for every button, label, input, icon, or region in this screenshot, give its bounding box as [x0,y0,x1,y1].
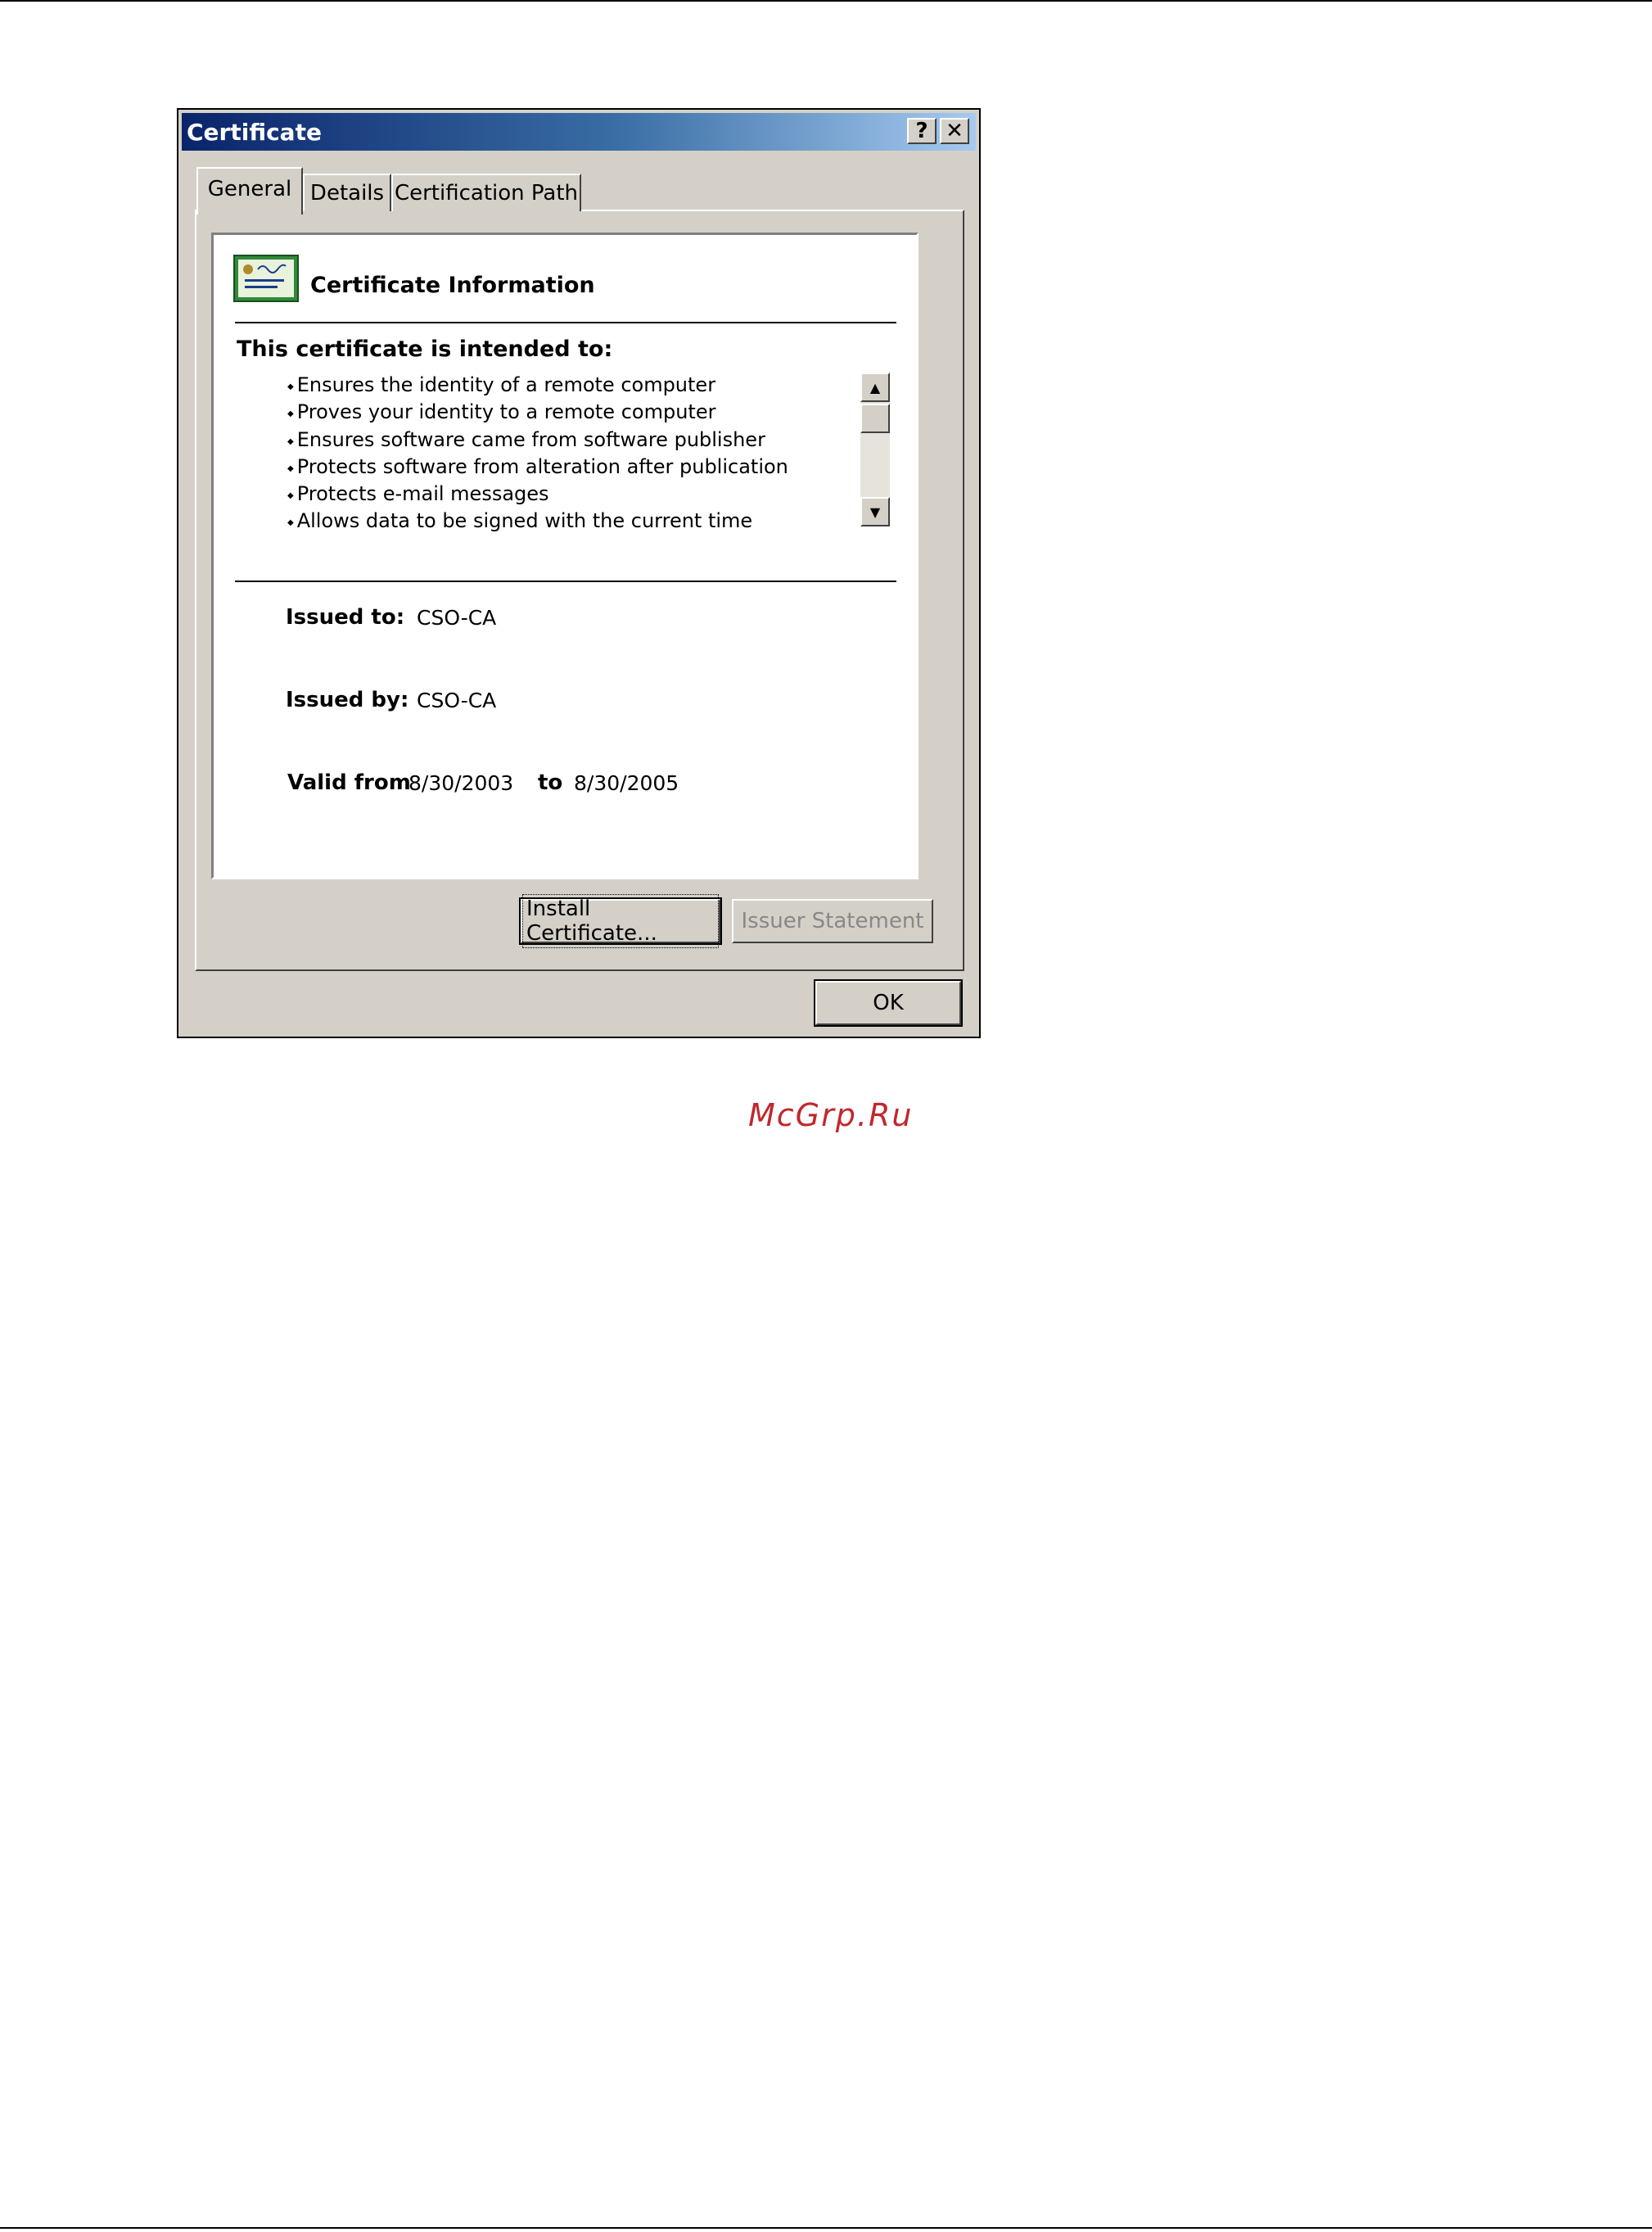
tab-general[interactable]: General [196,167,303,215]
certificate-info-box: Certificate Information This certificate… [211,233,919,879]
install-certificate-label: Install Certificate... [522,894,719,948]
issued-to-value: CSO-CA [417,606,497,630]
scroll-up-button[interactable]: ▲ [860,373,890,402]
triangle-down-icon: ▼ [869,504,881,520]
issuer-statement-button[interactable]: Issuer Statement [732,899,933,943]
close-button[interactable]: ✕ [940,118,969,144]
list-item: Allows data to be signed with the curren… [287,508,788,535]
list-item: Protects software from alteration after … [287,454,788,481]
triangle-up-icon: ▲ [869,379,881,395]
certificate-dialog: Certificate ? ✕ General Details Certific… [177,108,981,1038]
intended-purposes-heading: This certificate is intended to: [237,337,613,362]
issued-by-label: Issued by: [286,688,409,712]
valid-from-label: Valid from [287,770,411,795]
list-item: Ensures software came from software publ… [287,427,788,454]
ok-button[interactable]: OK [814,979,963,1027]
certificate-icon [233,255,299,302]
purpose-list: Ensures the identity of a remote compute… [287,373,788,536]
install-certificate-button[interactable]: Install Certificate... [519,894,722,948]
help-icon: ? [915,119,928,143]
title-bar[interactable]: Certificate ? ✕ [182,113,976,151]
watermark: McGrp.Ru [748,1097,914,1133]
scroll-down-button[interactable]: ▼ [860,497,890,526]
tab-details[interactable]: Details [303,174,391,211]
valid-to-value: 8/30/2005 [574,771,679,795]
tab-certification-path[interactable]: Certification Path [391,174,581,211]
certificate-info-heading: Certificate Information [310,273,595,298]
page-bottom-rule [0,2227,1652,2229]
divider [235,581,896,582]
issued-to-label: Issued to: [286,605,405,630]
list-item: Protects e-mail messages [287,481,788,508]
list-item: Ensures the identity of a remote compute… [287,373,788,400]
issued-by-value: CSO-CA [417,689,497,712]
close-icon: ✕ [946,119,964,143]
valid-to-label: to [538,770,563,795]
dialog-title: Certificate [187,119,322,146]
list-item: Proves your identity to a remote compute… [287,400,788,427]
scroll-thumb[interactable] [860,404,890,433]
page-top-rule [0,0,1652,2]
divider [235,322,896,323]
help-button[interactable]: ? [907,118,937,144]
purpose-list-scrollbar[interactable]: ▲ ▼ [860,373,890,526]
valid-from-value: 8/30/2003 [408,771,514,795]
